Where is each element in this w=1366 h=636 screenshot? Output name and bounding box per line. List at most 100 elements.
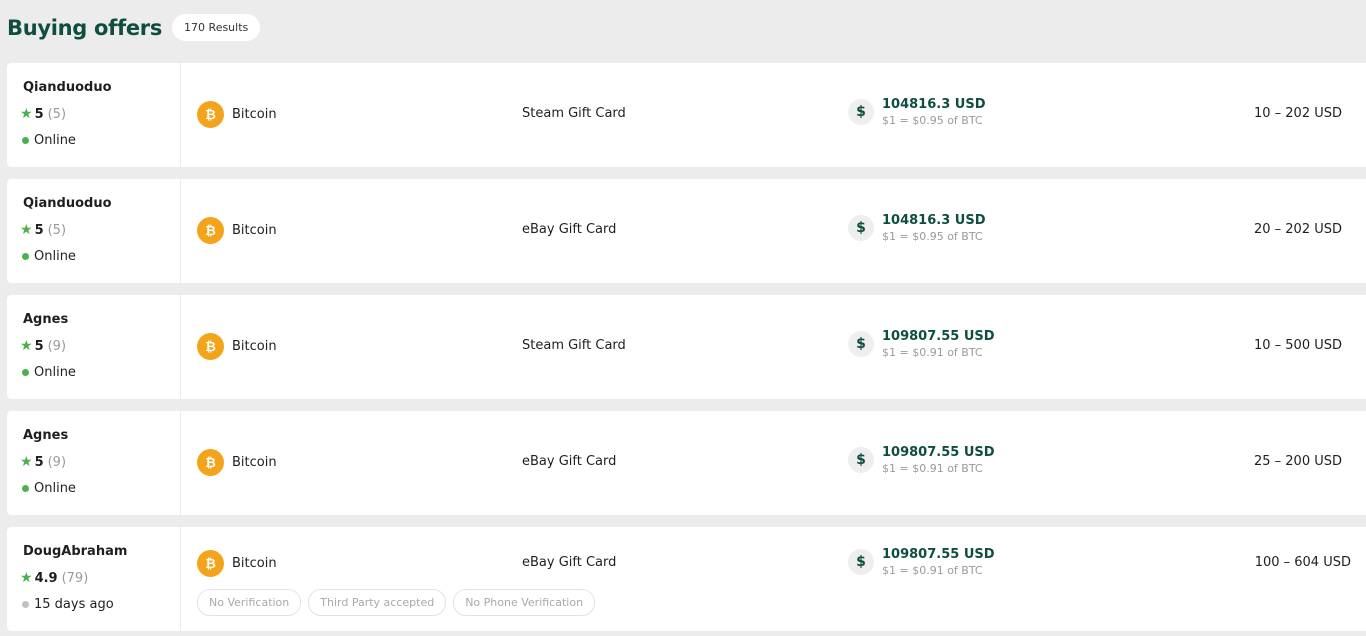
online-status-dot (22, 253, 29, 260)
status-text: Online (34, 481, 76, 496)
trade-limits: 10 – 500 USD (1253, 338, 1342, 353)
exchange-rate: $1 = $0.95 of BTC (882, 114, 983, 127)
status-text: Online (34, 249, 76, 264)
trader-username[interactable]: Agnes (23, 428, 68, 443)
trade-limits: 100 – 604 USD (1254, 555, 1351, 570)
star-icon: ★ (20, 338, 33, 354)
bitcoin-icon: ₿ (197, 333, 224, 360)
trader-status: Online (22, 133, 76, 148)
crypto-asset: ₿ Bitcoin (197, 333, 277, 360)
rating-value: 5 (34, 338, 44, 354)
trader-rating: ★ 5 (5) (20, 222, 66, 238)
offer-price: 109807.55 USD (882, 329, 995, 344)
dollar-icon: $ (848, 447, 874, 473)
online-status-dot (22, 137, 29, 144)
bitcoin-icon: ₿ (197, 217, 224, 244)
status-text: 15 days ago (34, 597, 114, 612)
rating-value: 4.9 (34, 570, 58, 586)
payment-method: eBay Gift Card (522, 222, 617, 237)
crypto-name: Bitcoin (232, 339, 277, 354)
trader-rating: ★ 5 (9) (20, 454, 66, 470)
bitcoin-icon: ₿ (197, 101, 224, 128)
tag-third-party-accepted: Third Party accepted (308, 589, 447, 616)
trade-limits: 10 – 202 USD (1253, 106, 1342, 121)
exchange-rate: $1 = $0.95 of BTC (882, 230, 983, 243)
trader-rating: ★ 4.9 (79) (20, 570, 88, 586)
page-title: Buying offers (7, 15, 163, 40)
payment-method: Steam Gift Card (522, 106, 626, 121)
offer-row[interactable]: Qianduoduo ★ 5 (5) Online ₿ Bitcoin eBay… (7, 179, 1366, 283)
trade-limits: 20 – 202 USD (1253, 222, 1342, 237)
star-icon: ★ (20, 570, 33, 586)
payment-method: eBay Gift Card (522, 555, 617, 570)
trader-username[interactable]: Qianduoduo (23, 80, 112, 95)
exchange-rate: $1 = $0.91 of BTC (882, 346, 983, 359)
trader-status: 15 days ago (22, 597, 114, 612)
crypto-name: Bitcoin (232, 107, 277, 122)
review-count: (9) (47, 454, 67, 470)
crypto-name: Bitcoin (232, 223, 277, 238)
trader-info: Qianduoduo ★ 5 (5) Online (7, 179, 181, 283)
trader-username[interactable]: Agnes (23, 312, 68, 327)
status-text: Online (34, 133, 76, 148)
offline-status-dot (22, 601, 29, 608)
crypto-name: Bitcoin (232, 455, 277, 470)
bitcoin-icon: ₿ (197, 449, 224, 476)
exchange-rate: $1 = $0.91 of BTC (882, 462, 983, 475)
review-count: (5) (47, 222, 67, 238)
dollar-icon: $ (848, 215, 874, 241)
trader-username[interactable]: DougAbraham (23, 544, 127, 559)
trader-status: Online (22, 249, 76, 264)
offer-price: 104816.3 USD (882, 97, 986, 112)
price-block: $ 109807.55 USD $1 = $0.91 of BTC (848, 547, 995, 577)
price-block: $ 104816.3 USD $1 = $0.95 of BTC (848, 213, 986, 243)
review-count: (79) (61, 570, 89, 586)
trader-rating: ★ 5 (5) (20, 106, 66, 122)
results-count-badge: 170 Results (172, 14, 261, 41)
dollar-icon: $ (848, 549, 874, 575)
trader-info: Agnes ★ 5 (9) Online (7, 411, 181, 515)
price-block: $ 104816.3 USD $1 = $0.95 of BTC (848, 97, 986, 127)
star-icon: ★ (20, 454, 33, 470)
crypto-name: Bitcoin (232, 556, 277, 571)
offer-tags: No Verification Third Party accepted No … (197, 589, 596, 616)
rating-value: 5 (34, 106, 44, 122)
trader-rating: ★ 5 (9) (20, 338, 66, 354)
tag-no-verification: No Verification (197, 589, 302, 616)
trader-username[interactable]: Qianduoduo (23, 196, 112, 211)
offer-price: 104816.3 USD (882, 213, 986, 228)
status-text: Online (34, 365, 76, 380)
offer-price: 109807.55 USD (882, 445, 995, 460)
review-count: (5) (47, 106, 67, 122)
crypto-asset: ₿ Bitcoin (197, 101, 277, 128)
offer-price: 109807.55 USD (882, 547, 995, 562)
trader-info: Qianduoduo ★ 5 (5) Online (7, 63, 181, 167)
page-header: Buying offers 170 Results (7, 14, 261, 41)
price-block: $ 109807.55 USD $1 = $0.91 of BTC (848, 329, 995, 359)
payment-method: eBay Gift Card (522, 454, 617, 469)
offer-row[interactable]: Agnes ★ 5 (9) Online ₿ Bitcoin Steam Gif… (7, 295, 1366, 399)
trader-status: Online (22, 365, 76, 380)
trader-info: Agnes ★ 5 (9) Online (7, 295, 181, 399)
trade-limits: 25 – 200 USD (1253, 454, 1342, 469)
exchange-rate: $1 = $0.91 of BTC (882, 564, 983, 577)
tag-no-phone-verification: No Phone Verification (453, 589, 596, 616)
star-icon: ★ (20, 106, 33, 122)
dollar-icon: $ (848, 331, 874, 357)
trader-status: Online (22, 481, 76, 496)
payment-method: Steam Gift Card (522, 338, 626, 353)
price-block: $ 109807.55 USD $1 = $0.91 of BTC (848, 445, 995, 475)
trader-info: DougAbraham ★ 4.9 (79) 15 days ago (7, 527, 181, 631)
online-status-dot (22, 485, 29, 492)
bitcoin-icon: ₿ (197, 550, 224, 577)
crypto-asset: ₿ Bitcoin (197, 550, 277, 577)
offer-row[interactable]: DougAbraham ★ 4.9 (79) 15 days ago ₿ Bit… (7, 527, 1366, 631)
crypto-asset: ₿ Bitcoin (197, 449, 277, 476)
rating-value: 5 (34, 222, 44, 238)
dollar-icon: $ (848, 99, 874, 125)
offer-row[interactable]: Qianduoduo ★ 5 (5) Online ₿ Bitcoin Stea… (7, 63, 1366, 167)
review-count: (9) (47, 338, 67, 354)
crypto-asset: ₿ Bitcoin (197, 217, 277, 244)
online-status-dot (22, 369, 29, 376)
offer-row[interactable]: Agnes ★ 5 (9) Online ₿ Bitcoin eBay Gift… (7, 411, 1366, 515)
